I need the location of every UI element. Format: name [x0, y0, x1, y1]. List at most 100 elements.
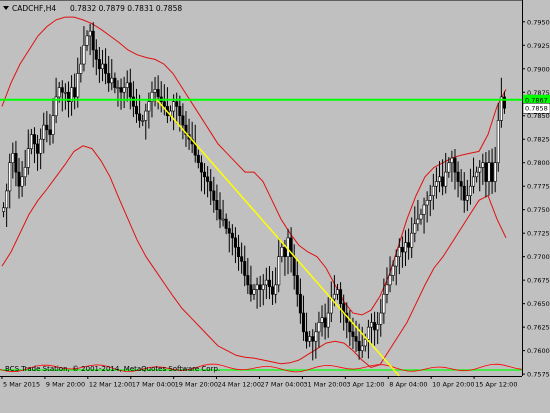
candle-body — [57, 87, 61, 98]
candle-body — [227, 228, 231, 234]
candle-body — [441, 176, 445, 187]
candle-body — [314, 331, 318, 342]
candle-body — [17, 171, 21, 187]
current-price-label: 0.7858 — [525, 105, 548, 113]
candle-body — [162, 101, 166, 107]
candle-body — [323, 317, 327, 328]
chart-header: CADCHF,H4 0.7832 0.7879 0.7831 0.7858 — [3, 4, 182, 13]
candle-body — [138, 113, 142, 121]
candle-body — [233, 237, 237, 248]
candle-body — [261, 284, 265, 290]
candle-body — [39, 138, 43, 154]
candle-body — [301, 312, 305, 333]
copyright-footer: BCS Trade Station, © 2001-2014, MetaQuot… — [5, 365, 220, 373]
candle-body — [237, 246, 241, 257]
candle-body — [267, 279, 271, 288]
candle-body — [144, 110, 148, 121]
candle-body — [484, 162, 488, 182]
candle-body — [326, 312, 330, 328]
candle-body — [218, 209, 222, 220]
candle-body — [76, 73, 80, 98]
candle-body — [209, 181, 213, 192]
candle-body — [243, 261, 247, 276]
candle-body — [42, 124, 46, 140]
candle-body — [11, 153, 15, 164]
candle-body — [407, 242, 411, 248]
candle-body — [224, 218, 228, 229]
candle-body — [400, 246, 404, 253]
candle-body — [422, 204, 426, 215]
time-tick-label: 12 Mar 12:00 — [89, 381, 132, 389]
candle-body — [456, 171, 460, 182]
candle-body — [351, 331, 355, 337]
price-tick-label: 0.7900 — [527, 65, 550, 73]
price-tick-label: 0.7925 — [527, 42, 550, 50]
candle-body — [493, 162, 497, 182]
candle-body — [465, 195, 469, 201]
price-tick-label: 0.7775 — [527, 183, 550, 191]
candle-body — [175, 101, 179, 107]
candle-body — [206, 176, 210, 182]
candle-body — [425, 200, 429, 206]
candle-body — [357, 340, 361, 351]
candle-body — [481, 162, 485, 168]
time-tick-label: 9 Mar 20:00 — [46, 381, 85, 389]
candle-body — [348, 322, 352, 333]
price-tick-label: 0.7950 — [527, 18, 550, 26]
candle-body — [5, 190, 9, 209]
candle-body — [246, 275, 250, 286]
candle-body — [335, 289, 339, 295]
candle-body — [23, 167, 27, 178]
time-tick-label: 10 Apr 20:00 — [432, 381, 474, 389]
price-tick-label: 0.7825 — [527, 136, 550, 144]
time-tick-label: 31 Mar 20:00 — [303, 381, 346, 389]
chart-window[interactable]: 0.7950 0.7925 0.7900 0.7875 0.7850 0.7825 0.78… — [0, 0, 550, 413]
candle-body — [110, 77, 114, 84]
candle-body — [462, 185, 466, 201]
candle-body — [453, 157, 457, 173]
candle-body — [97, 59, 101, 70]
candle-body — [258, 284, 262, 290]
candle-body — [199, 162, 203, 173]
price-tick-label: 0.7600 — [527, 347, 550, 355]
candle-body — [292, 256, 296, 276]
candle-body — [379, 312, 383, 325]
candle-body — [431, 185, 435, 196]
candle-body — [459, 181, 463, 187]
candle-body — [280, 246, 284, 257]
candle-body — [122, 87, 126, 93]
symbol-label: CADCHF,H4 — [12, 4, 56, 13]
candle-body — [116, 87, 120, 89]
candle-body — [376, 324, 380, 331]
candle-body — [329, 298, 333, 314]
candle-body — [63, 91, 67, 94]
candle-body — [252, 289, 256, 295]
candle-body — [141, 120, 145, 122]
candle-body — [339, 289, 343, 304]
candle-body — [14, 153, 18, 173]
candle-body — [369, 322, 373, 328]
candle-body — [113, 77, 117, 88]
candle-body — [230, 232, 234, 239]
candle-body — [147, 101, 151, 112]
candle-body — [382, 293, 386, 314]
ohlc-quote: 0.7832 0.7879 0.7831 0.7858 — [70, 4, 182, 13]
candle-body — [45, 124, 49, 131]
candle-body — [490, 162, 494, 182]
time-tick-label: 3 Apr 12:00 — [346, 381, 384, 389]
candle-body — [249, 284, 253, 295]
candle-body — [221, 218, 225, 221]
candle-body — [20, 176, 24, 187]
candle-body — [438, 176, 442, 182]
candle-body — [48, 129, 52, 135]
candle-body — [295, 275, 299, 295]
candle-body — [394, 256, 398, 267]
candle-body — [131, 96, 135, 107]
candle-body — [311, 336, 315, 342]
price-chart[interactable]: 0.79500.79250.79000.78750.78500.78250.78… — [0, 0, 550, 413]
price-tick-label: 0.7725 — [527, 230, 550, 238]
price-tick-label: 0.7800 — [527, 159, 550, 167]
candle-body — [85, 35, 89, 46]
candle-body — [153, 89, 157, 93]
candle-body — [32, 134, 36, 145]
